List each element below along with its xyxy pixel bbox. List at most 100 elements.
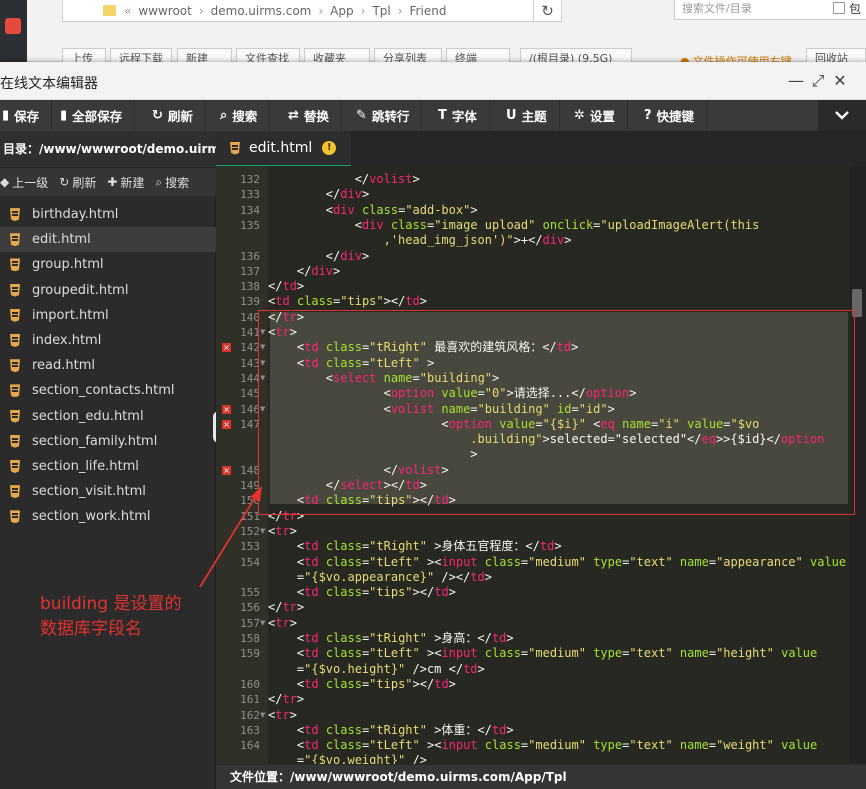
error-marker-icon[interactable]: × <box>222 343 231 353</box>
html5-icon <box>10 283 20 297</box>
file-item[interactable]: section_work.html <box>0 504 216 529</box>
path-bar[interactable]: « wwwroot › demo.uirms.com › App › Tpl › Fri… <box>62 0 562 22</box>
fold-toggle-icon[interactable]: ▼ <box>260 527 265 535</box>
fold-toggle-icon[interactable]: ▼ <box>260 711 265 719</box>
code-token: "0" <box>484 386 507 401</box>
breadcrumb-item[interactable]: Tpl <box>372 4 390 18</box>
file-item[interactable]: index.html <box>0 328 216 353</box>
code-token: .building" <box>268 432 543 447</box>
code-token: "medium" <box>528 554 586 569</box>
code-token: tr <box>282 692 297 707</box>
fold-toggle-icon[interactable]: ▼ <box>260 343 265 351</box>
font-button[interactable]: T 字体 <box>432 100 490 131</box>
minimize-icon[interactable]: — <box>786 71 806 91</box>
title-bar: 在线文本编辑器 — ⤢ ✕ <box>0 62 866 100</box>
sidebar-refresh-button[interactable]: ↻ 刷新 <box>59 174 96 191</box>
code-token: class <box>484 738 521 753</box>
code-token: volist <box>369 172 413 186</box>
breadcrumb-item[interactable]: Friend <box>410 4 447 18</box>
file-item[interactable]: section_family.html <box>0 429 216 454</box>
html5-icon <box>10 510 20 524</box>
line-number: 156 <box>240 601 260 615</box>
scrollbar-thumb[interactable] <box>852 289 862 317</box>
file-item[interactable]: edit.html <box>0 227 216 253</box>
theme-button[interactable]: U 主题 <box>500 100 560 131</box>
code-area[interactable]: </volist> </div> <div class="add-box"> <… <box>268 166 852 764</box>
file-item[interactable]: section_contacts.html <box>0 378 216 403</box>
code-line: <div class="image upload" onclick="uploa… <box>268 218 760 233</box>
file-item[interactable]: import.html <box>0 303 216 328</box>
save-all-button[interactable]: ▮ 全部保存 <box>54 100 136 131</box>
chevron-down-icon[interactable] <box>818 100 866 131</box>
code-token: td <box>491 722 507 737</box>
code-token: = <box>535 416 543 431</box>
code-token: value <box>687 416 724 431</box>
code-token: class <box>325 493 362 508</box>
line-number: 138 <box>240 280 260 294</box>
code-token: class <box>325 539 362 554</box>
html5-icon <box>10 233 20 247</box>
code-editor[interactable]: 132 133 134 135 136 137 138 139 140 141 ▼ 142 × ▼ 143 ▼… <box>216 166 866 764</box>
code-token: > <box>289 707 297 722</box>
code-token: > <box>554 539 562 554</box>
code-token: "$vo <box>730 416 760 431</box>
settings-button[interactable]: ✲ 设置 <box>568 100 628 131</box>
code-line: ,'head_img_json')">+</div> <box>268 233 572 248</box>
file-item[interactable]: groupedit.html <box>0 278 216 303</box>
fold-toggle-icon[interactable]: ▼ <box>260 405 265 413</box>
code-line: </div> <box>268 249 369 264</box>
file-item[interactable]: section_visit.html <box>0 479 216 504</box>
goto-line-button[interactable]: ✎ 跳转行 <box>350 100 423 131</box>
breadcrumb-item[interactable]: demo.uirms.com <box>211 4 312 18</box>
code-token: tr <box>275 523 290 538</box>
reload-icon[interactable]: ↻ <box>533 0 561 21</box>
line-number: 137 <box>240 264 260 278</box>
code-token: </ <box>268 172 370 186</box>
shortcuts-button[interactable]: ? 快捷键 <box>638 100 708 131</box>
code-token: volist <box>390 401 435 416</box>
error-marker-icon[interactable]: × <box>222 465 231 475</box>
fold-toggle-icon[interactable]: ▼ <box>260 328 265 336</box>
code-token: tr <box>282 309 297 324</box>
code-line: ="{$vo.height}" />cm </td> <box>268 662 485 677</box>
error-marker-icon[interactable]: × <box>222 404 231 414</box>
code-token: = <box>268 661 305 676</box>
error-marker-icon[interactable]: × <box>222 419 231 429</box>
tab-edit-html[interactable]: edit.html ! <box>216 131 351 168</box>
code-token: td <box>434 676 449 691</box>
code-token: = <box>708 738 717 753</box>
breadcrumb-item[interactable]: wwwroot <box>138 4 192 18</box>
html5-icon <box>230 141 240 155</box>
file-item[interactable]: read.html <box>0 353 216 378</box>
code-token: </ <box>268 478 341 492</box>
code-line: </volist> <box>268 463 449 478</box>
breadcrumb-item[interactable]: App <box>330 4 353 18</box>
parent-dir-button[interactable]: ◆ 上一级 <box>0 174 48 191</box>
file-item[interactable]: group.html <box>0 252 216 277</box>
fold-toggle-icon[interactable]: ▼ <box>260 374 265 382</box>
search-button[interactable]: ⌕ 搜索 <box>214 100 271 131</box>
save-button[interactable]: ▮ 保存 <box>0 100 53 131</box>
replace-button[interactable]: ⇄ 替换 <box>282 100 342 131</box>
refresh-button[interactable]: ↻ 刷新 <box>146 100 206 131</box>
code-token: "{$vo.weight}" <box>304 753 406 764</box>
code-token: /> <box>405 753 427 764</box>
code-token: "tRight" <box>369 722 427 737</box>
sidebar-search-button[interactable]: ⌕ 搜索 <box>155 174 189 191</box>
fold-toggle-icon[interactable]: ▼ <box>260 359 265 367</box>
code-line: <td class="tLeft" ><input class="medium"… <box>268 646 817 661</box>
file-item[interactable]: section_edu.html <box>0 404 216 429</box>
include-subdir-checkbox[interactable] <box>833 2 845 14</box>
close-icon[interactable]: ✕ <box>830 71 850 91</box>
new-file-button[interactable]: ✚ 新建 <box>107 174 144 191</box>
fold-toggle-icon[interactable]: ▼ <box>260 619 265 627</box>
vertical-scrollbar[interactable] <box>850 166 866 764</box>
code-token: "text" <box>629 738 673 753</box>
maximize-icon[interactable]: ⤢ <box>808 71 828 91</box>
file-item[interactable]: section_life.html <box>0 454 216 479</box>
file-item[interactable]: birthday.html <box>0 202 216 227</box>
line-number: 153 <box>240 540 260 554</box>
